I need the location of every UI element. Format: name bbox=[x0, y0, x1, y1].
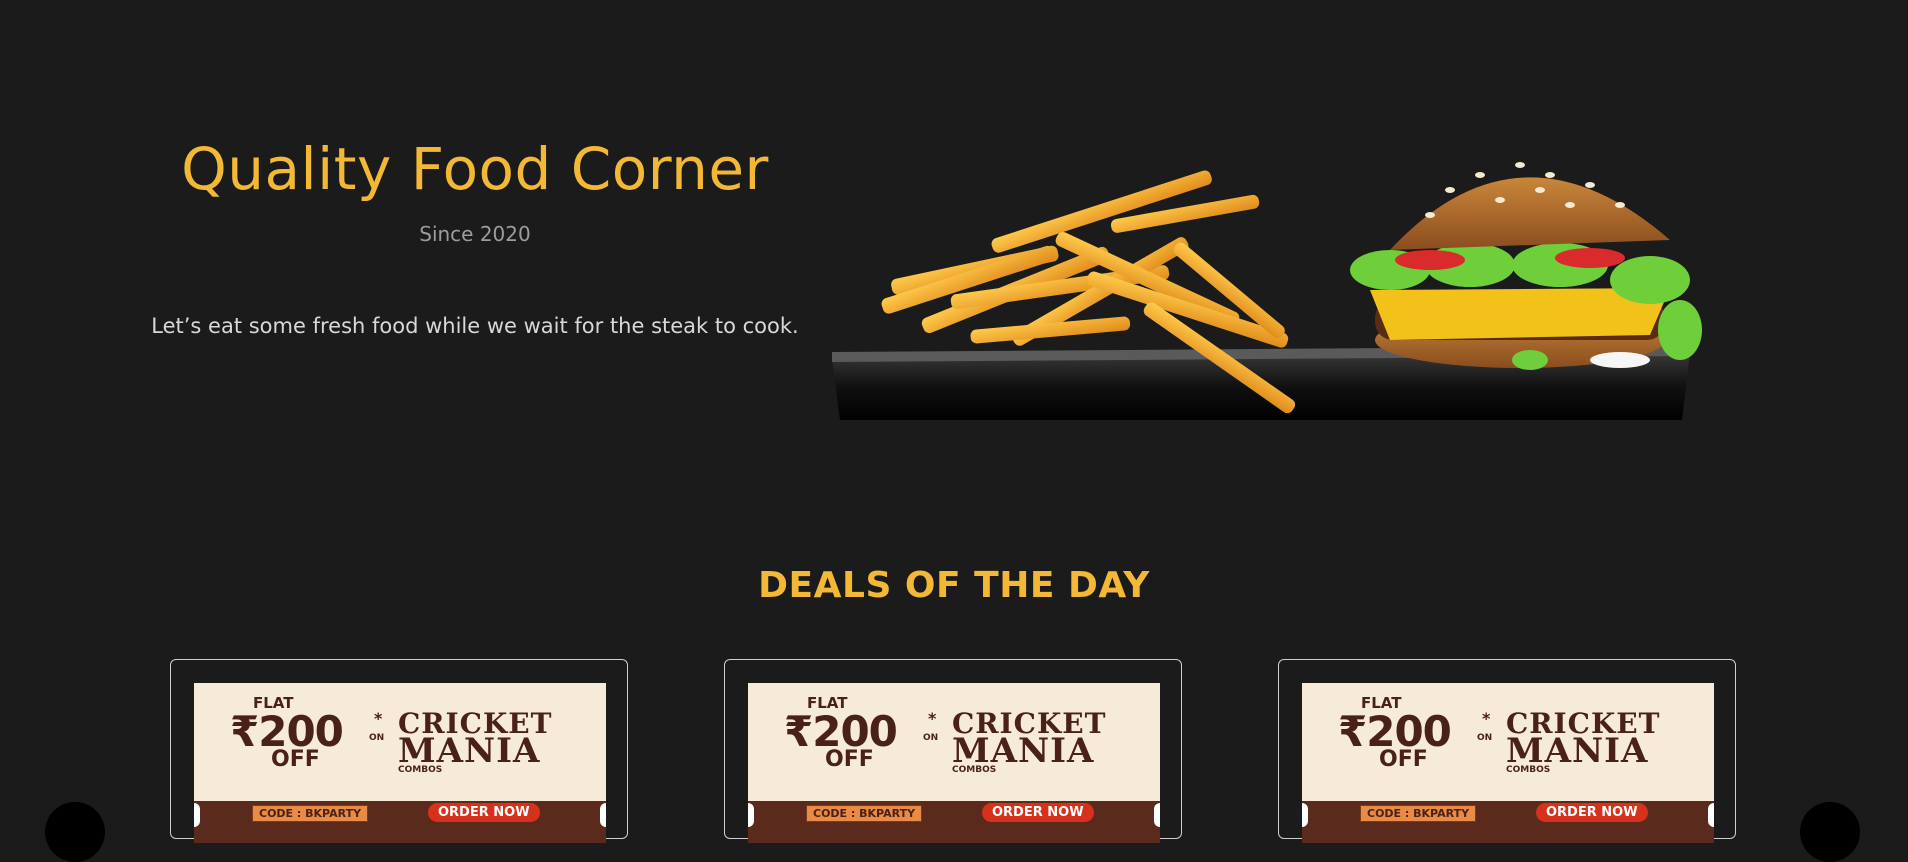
deal-off: OFF bbox=[271, 747, 320, 772]
ticket-notch bbox=[1154, 803, 1160, 827]
since-label: Since 2020 bbox=[419, 222, 531, 246]
page-title: Quality Food Corner bbox=[181, 135, 769, 203]
deal-card[interactable]: FLAT ₹200 * OFF ON CRICKET MANIA COMBOS … bbox=[170, 659, 628, 843]
ticket-notch bbox=[1302, 803, 1308, 827]
burger-fries-illustration bbox=[832, 162, 1702, 420]
deal-star: * bbox=[1482, 709, 1491, 728]
carousel-next-button[interactable] bbox=[1800, 802, 1860, 862]
order-now-button[interactable]: ORDER NOW bbox=[1536, 803, 1648, 822]
carousel-prev-button[interactable] bbox=[45, 802, 105, 862]
deal-on: ON bbox=[923, 733, 939, 743]
deal-off: OFF bbox=[825, 747, 874, 772]
deal-off: OFF bbox=[1379, 747, 1428, 772]
deal-code: CODE : BKPARTY bbox=[1360, 805, 1477, 822]
deals-title: DEALS OF THE DAY bbox=[758, 565, 1150, 606]
ticket-notch bbox=[748, 803, 754, 827]
deal-banner[interactable]: FLAT ₹200 * OFF ON CRICKET MANIA COMBOS … bbox=[748, 683, 1160, 843]
order-now-button[interactable]: ORDER NOW bbox=[428, 803, 540, 822]
deal-code: CODE : BKPARTY bbox=[252, 805, 369, 822]
hero-tagline: Let’s eat some fresh food while we wait … bbox=[151, 314, 799, 338]
deal-on: ON bbox=[1477, 733, 1493, 743]
deal-combos: COMBOS bbox=[398, 765, 443, 775]
deal-combos: COMBOS bbox=[1506, 765, 1551, 775]
ticket-notch bbox=[600, 803, 606, 827]
deal-banner[interactable]: FLAT ₹200 * OFF ON CRICKET MANIA COMBOS … bbox=[1302, 683, 1714, 843]
deal-star: * bbox=[374, 709, 383, 728]
deal-star: * bbox=[928, 709, 937, 728]
burger-fries-image bbox=[830, 120, 1710, 450]
order-now-button[interactable]: ORDER NOW bbox=[982, 803, 1094, 822]
deal-on: ON bbox=[369, 733, 385, 743]
deal-combos: COMBOS bbox=[952, 765, 997, 775]
ticket-notch bbox=[1708, 803, 1714, 827]
deal-card[interactable]: FLAT ₹200 * OFF ON CRICKET MANIA COMBOS … bbox=[724, 659, 1182, 843]
deal-card[interactable]: FLAT ₹200 * OFF ON CRICKET MANIA COMBOS … bbox=[1278, 659, 1736, 843]
deal-code: CODE : BKPARTY bbox=[806, 805, 923, 822]
deal-banner[interactable]: FLAT ₹200 * OFF ON CRICKET MANIA COMBOS … bbox=[194, 683, 606, 843]
ticket-notch bbox=[194, 803, 200, 827]
